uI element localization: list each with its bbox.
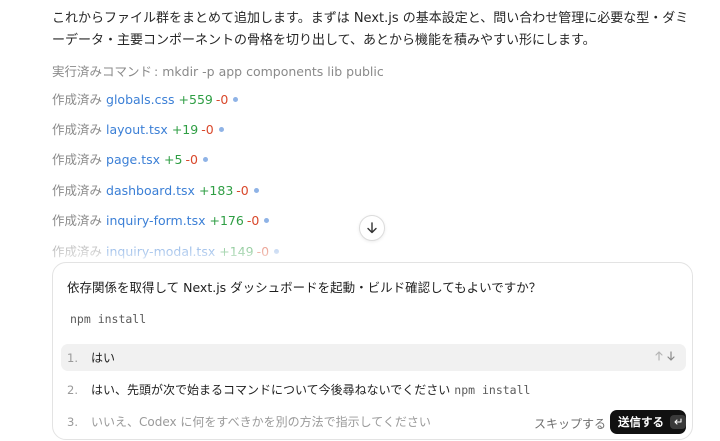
lines-removed: -0	[256, 244, 270, 259]
file-row: 作成済み layout.tsx +19 -0	[52, 122, 224, 138]
file-verb: 作成済み	[52, 152, 103, 167]
status-dot-icon	[218, 127, 224, 132]
lines-removed: -0	[246, 213, 260, 228]
approval-panel: 依存関係を取得して Next.js ダッシュボードを起動・ビルド確認してもよいで…	[52, 262, 693, 440]
command-value: mkdir -p app components lib public	[162, 64, 384, 79]
option-label: いいえ、Codex に何をすべきかを別の方法で指示してください	[91, 415, 431, 429]
lines-added: +5	[164, 152, 183, 167]
file-row: 作成済み inquiry-form.tsx +176 -0	[52, 213, 270, 229]
lines-added: +19	[171, 122, 199, 137]
file-row: 作成済み dashboard.tsx +183 -0	[52, 183, 259, 199]
lines-added: +149	[219, 244, 254, 259]
option-yes-always[interactable]: 2. はい、先頭が次で始まるコマンドについて今後尋ねないでください npm in…	[61, 376, 686, 403]
status-dot-icon	[253, 188, 259, 193]
file-link[interactable]: dashboard.tsx	[106, 183, 195, 198]
command-separator: :	[154, 64, 159, 79]
file-row: 作成済み globals.css +559 -0	[52, 92, 239, 108]
option-label: はい	[91, 351, 116, 365]
file-link[interactable]: inquiry-modal.tsx	[106, 244, 215, 259]
option-command: npm install	[454, 382, 531, 397]
send-button[interactable]: 送信する	[610, 410, 686, 434]
option-no-instruct[interactable]: 3. いいえ、Codex に何をすべきかを別の方法で指示してください	[61, 408, 521, 435]
option-number: 2.	[67, 382, 78, 397]
file-verb: 作成済み	[52, 213, 103, 228]
send-label: 送信する	[618, 415, 664, 429]
enter-key-icon	[670, 415, 686, 429]
file-link[interactable]: inquiry-form.tsx	[106, 213, 205, 228]
lines-added: +176	[209, 213, 244, 228]
approval-question: 依存関係を取得して Next.js ダッシュボードを起動・ビルド確認してもよいで…	[67, 280, 542, 295]
file-row: 作成済み inquiry-modal.tsx +149 -0	[52, 244, 280, 260]
file-verb: 作成済み	[52, 183, 103, 198]
skip-button[interactable]: スキップする	[534, 415, 606, 432]
command-label: 実行済みコマンド	[52, 64, 153, 79]
option-label: はい、先頭が次で始まるコマンドについて今後尋ねないでください	[91, 383, 451, 397]
executed-command: 実行済みコマンド: mkdir -p app components lib pub…	[52, 61, 384, 80]
arrow-down-icon	[367, 222, 377, 234]
option-yes[interactable]: 1. はい	[61, 344, 686, 371]
lines-removed: -0	[236, 183, 249, 198]
file-link[interactable]: page.tsx	[106, 152, 160, 167]
proposed-command: npm install	[70, 312, 147, 326]
status-dot-icon	[202, 157, 208, 162]
file-link[interactable]: globals.css	[106, 92, 175, 107]
file-verb: 作成済み	[52, 122, 103, 137]
option-number: 3.	[67, 414, 78, 429]
file-row: 作成済み page.tsx +5 -0	[52, 152, 208, 168]
lines-added: +183	[198, 183, 234, 198]
file-link[interactable]: layout.tsx	[106, 122, 168, 137]
option-number: 1.	[67, 350, 78, 365]
arrow-down-icon[interactable]	[666, 350, 676, 362]
lines-removed: -0	[201, 122, 214, 137]
arrow-up-icon[interactable]	[654, 350, 664, 362]
option-nav	[654, 350, 676, 362]
lines-added: +559	[178, 92, 213, 107]
status-dot-icon	[264, 218, 270, 223]
intro-text: これからファイル群をまとめて追加します。まずは Next.js の基本設定と、問…	[52, 11, 689, 48]
lines-removed: -0	[215, 92, 229, 107]
file-verb: 作成済み	[52, 92, 103, 107]
file-verb: 作成済み	[52, 244, 103, 259]
lines-removed: -0	[185, 152, 198, 167]
scroll-to-bottom-button[interactable]	[359, 215, 385, 241]
status-dot-icon	[233, 97, 239, 102]
status-dot-icon	[274, 249, 280, 254]
